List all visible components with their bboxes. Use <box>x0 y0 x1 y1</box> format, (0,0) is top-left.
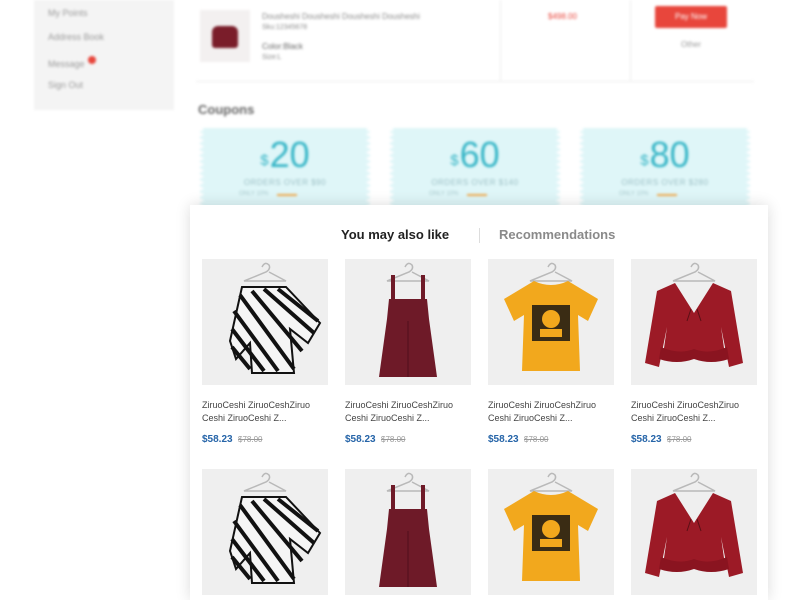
order-price: $498.00 <box>548 12 577 21</box>
coupon-amount: $20 <box>203 134 367 176</box>
recommendation-tabs: You may also like Recommendations <box>190 225 768 245</box>
hanger-icon <box>672 472 716 492</box>
product-name[interactable]: ZiruoCeshi ZiruoCeshZiruo Ceshi ZiruoCes… <box>202 399 328 425</box>
coupon-card[interactable]: $80 ORDERS OVER $280 ONLY 10% <box>580 128 750 208</box>
notification-dot <box>87 56 96 64</box>
order-product-name[interactable]: Dousheshi Dousheshi Dousheshi Dousheshi <box>262 12 420 21</box>
sidebar-item-label: Sign Out <box>48 80 84 90</box>
product-card[interactable] <box>488 469 614 595</box>
order-color: Color:Black <box>262 42 303 51</box>
product-card[interactable] <box>631 469 757 595</box>
product-image[interactable] <box>202 259 328 385</box>
coupon-progress <box>467 194 487 196</box>
product-price: $58.23 <box>345 434 376 445</box>
coupon-amount: $60 <box>393 134 557 176</box>
coupon-currency: $ <box>450 152 459 169</box>
coupon-note: ONLY 10% <box>429 191 459 197</box>
coupon-card[interactable]: $60 ORDERS OVER $140 ONLY 10% <box>390 128 560 208</box>
product-image[interactable] <box>631 469 757 595</box>
pay-now-button[interactable]: Pay Now <box>655 6 727 28</box>
coupon-currency: $ <box>260 152 269 169</box>
product-old-price: $78.00 <box>667 435 692 444</box>
product-card[interactable]: ZiruoCeshi ZiruoCeshZiruo Ceshi ZiruoCes… <box>631 259 757 445</box>
hanger-icon <box>243 472 287 492</box>
coupon-value: 60 <box>459 134 500 175</box>
column-divider <box>500 0 501 82</box>
pinafore-strap <box>421 275 425 299</box>
sidebar-item-label: My Points <box>48 8 88 18</box>
coupon-condition: ORDERS OVER $140 <box>431 178 519 187</box>
product-card[interactable] <box>202 469 328 595</box>
shirt-icon <box>212 26 238 48</box>
product-name[interactable]: ZiruoCeshi ZiruoCeshZiruo Ceshi ZiruoCes… <box>345 399 471 425</box>
sidebar-item-label: Address Book <box>48 32 105 42</box>
order-row: Dousheshi Dousheshi Dousheshi Dousheshi … <box>196 0 754 82</box>
coupon-value: 80 <box>649 134 690 175</box>
hanger-icon <box>672 262 716 282</box>
hanger-icon <box>243 262 287 282</box>
product-price: $58.23 <box>488 434 519 445</box>
coupon-note: ONLY 10% <box>619 191 649 197</box>
hanger-icon <box>529 262 573 282</box>
product-card[interactable]: ZiruoCeshi ZiruoCeshZiruo Ceshi ZiruoCes… <box>488 259 614 445</box>
product-image[interactable] <box>488 259 614 385</box>
product-image[interactable] <box>345 259 471 385</box>
recommendation-panel: You may also like Recommendations ZiruoC <box>190 205 768 600</box>
sidebar-item-sign-out[interactable]: Sign Out <box>48 80 83 90</box>
product-old-price: $78.00 <box>238 435 263 444</box>
coupon-value: 20 <box>269 134 310 175</box>
account-sidebar: My Points Address Book Message Sign Out <box>34 0 174 110</box>
sidebar-item-my-points[interactable]: My Points <box>48 8 88 18</box>
product-name[interactable]: ZiruoCeshi ZiruoCeshZiruo Ceshi ZiruoCes… <box>631 399 757 425</box>
order-product-image[interactable] <box>200 10 250 62</box>
column-divider <box>630 0 631 82</box>
sidebar-item-message[interactable]: Message <box>48 56 96 69</box>
product-card[interactable]: ZiruoCeshi ZiruoCeshZiruo Ceshi ZiruoCes… <box>202 259 328 445</box>
coupon-card[interactable]: $20 ORDERS OVER $90 ONLY 10% <box>200 128 370 208</box>
sidebar-item-label: Message <box>48 59 85 69</box>
coupon-condition: ORDERS OVER $90 <box>243 178 327 187</box>
product-old-price: $78.00 <box>524 435 549 444</box>
coupons-title: Coupons <box>198 102 255 117</box>
coupon-progress <box>277 194 297 196</box>
coupon-progress <box>657 194 677 196</box>
tab-you-may-also-like[interactable]: You may also like <box>341 227 449 242</box>
product-card[interactable] <box>345 469 471 595</box>
pinafore-strap <box>391 485 395 509</box>
product-card[interactable]: ZiruoCeshi ZiruoCeshZiruo Ceshi ZiruoCes… <box>345 259 471 445</box>
product-image[interactable] <box>202 469 328 595</box>
tab-divider <box>479 228 480 243</box>
coupon-note: ONLY 10% <box>239 191 269 197</box>
hanger-icon <box>529 472 573 492</box>
tab-recommendations[interactable]: Recommendations <box>499 227 615 242</box>
other-link[interactable]: Other <box>681 40 701 49</box>
pinafore-strap <box>421 485 425 509</box>
product-image[interactable] <box>488 469 614 595</box>
coupon-amount: $80 <box>583 134 747 176</box>
order-size: Size:L <box>262 54 282 61</box>
product-price: $58.23 <box>631 434 662 445</box>
pinafore-strap <box>391 275 395 299</box>
product-name[interactable]: ZiruoCeshi ZiruoCeshZiruo Ceshi ZiruoCes… <box>488 399 614 425</box>
product-price: $58.23 <box>202 434 233 445</box>
order-sku: Sku:12345678 <box>262 24 308 31</box>
product-image[interactable] <box>345 469 471 595</box>
product-old-price: $78.00 <box>381 435 406 444</box>
coupon-condition: ORDERS OVER $280 <box>621 178 709 187</box>
product-image[interactable] <box>631 259 757 385</box>
sidebar-item-address-book[interactable]: Address Book <box>48 32 104 42</box>
coupon-currency: $ <box>640 152 649 169</box>
